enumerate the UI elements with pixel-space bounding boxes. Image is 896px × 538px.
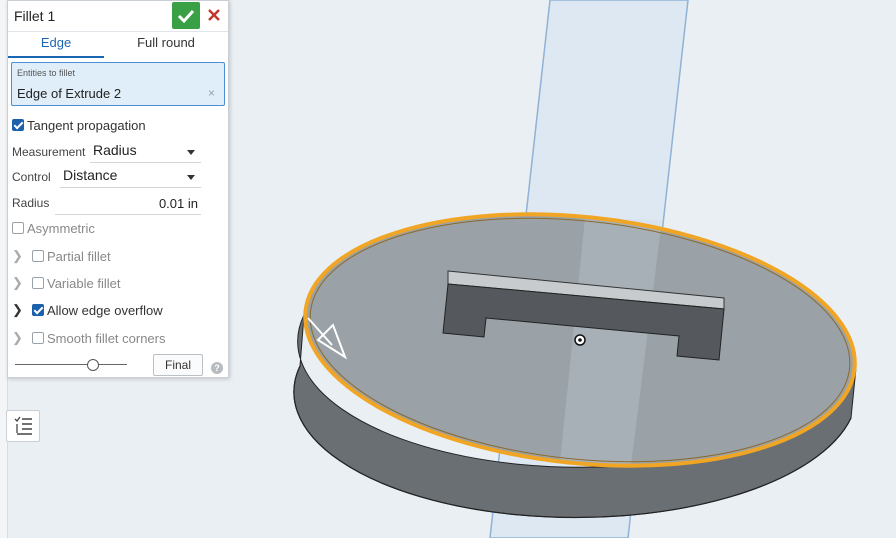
- partial-fillet-checkbox[interactable]: [32, 250, 44, 262]
- radius-input[interactable]: 0.01 in: [55, 194, 201, 215]
- final-button[interactable]: Final: [153, 354, 203, 376]
- cancel-button[interactable]: [203, 4, 225, 26]
- variable-fillet-checkbox[interactable]: [32, 277, 44, 289]
- confirm-button[interactable]: [172, 2, 200, 29]
- allow-edge-overflow-label: Allow edge overflow: [47, 303, 163, 318]
- smooth-fillet-corners-label: Smooth fillet corners: [47, 331, 166, 346]
- chevron-down-icon: [187, 175, 195, 180]
- control-row: Control Distance: [8, 167, 228, 189]
- entities-value[interactable]: Edge of Extrude 2: [17, 86, 121, 101]
- radius-row: Radius 0.01 in: [8, 194, 228, 216]
- dialog-title: Fillet 1: [14, 8, 56, 24]
- help-icon[interactable]: ?: [211, 362, 223, 374]
- allow-edge-overflow-row: ❯ Allow edge overflow: [8, 301, 228, 323]
- preview-slider-handle[interactable]: [87, 359, 100, 371]
- control-label: Control: [12, 170, 51, 184]
- feature-list-button[interactable]: [6, 410, 40, 442]
- chevron-right-icon[interactable]: ❯: [12, 275, 23, 291]
- dialog-tabs: Edge Full round: [8, 32, 228, 58]
- close-icon: [208, 9, 220, 21]
- variable-fillet-row: ❯ Variable fillet: [8, 274, 228, 296]
- smooth-fillet-corners-row: ❯ Smooth fillet corners: [8, 329, 228, 351]
- measurement-value: Radius: [93, 142, 137, 158]
- radius-label: Radius: [12, 196, 50, 210]
- tab-edge[interactable]: Edge: [8, 32, 104, 58]
- chevron-right-icon[interactable]: ❯: [12, 248, 23, 264]
- dialog-header: Fillet 1: [8, 1, 228, 32]
- origin-dot: [578, 338, 582, 342]
- radius-value: 0.01 in: [158, 196, 198, 211]
- asymmetric-checkbox[interactable]: [12, 222, 24, 234]
- partial-fillet-row: ❯ Partial fillet: [8, 247, 228, 269]
- feature-list-icon: [14, 416, 32, 435]
- clear-icon[interactable]: ×: [208, 86, 215, 100]
- smooth-fillet-corners-checkbox[interactable]: [32, 332, 44, 344]
- chevron-right-icon[interactable]: ❯: [12, 302, 23, 318]
- control-value: Distance: [63, 167, 118, 183]
- measurement-select[interactable]: Radius: [90, 142, 201, 163]
- measurement-row: Measurement Radius: [8, 142, 228, 164]
- tangent-propagation-row: Tangent propagation: [8, 116, 228, 138]
- tab-full-round[interactable]: Full round: [112, 32, 220, 56]
- asymmetric-label: Asymmetric: [27, 221, 95, 236]
- tangent-propagation-label: Tangent propagation: [27, 118, 146, 133]
- checkmark-icon: [177, 9, 195, 24]
- control-select[interactable]: Distance: [60, 167, 201, 188]
- tangent-propagation-checkbox[interactable]: [12, 119, 24, 131]
- variable-fillet-label: Variable fillet: [47, 276, 121, 291]
- allow-edge-overflow-checkbox[interactable]: [32, 304, 44, 316]
- fillet-dialog: Fillet 1 Edge Full round Entities to fil…: [7, 0, 229, 378]
- preview-slider-track[interactable]: [15, 364, 127, 365]
- chevron-right-icon[interactable]: ❯: [12, 330, 23, 346]
- entities-to-fillet-field[interactable]: Entities to fillet Edge of Extrude 2 ×: [11, 62, 225, 106]
- measurement-label: Measurement: [12, 145, 86, 159]
- asymmetric-row: Asymmetric: [8, 219, 228, 241]
- partial-fillet-label: Partial fillet: [47, 249, 111, 264]
- entities-label: Entities to fillet: [17, 68, 76, 78]
- chevron-down-icon: [187, 150, 195, 155]
